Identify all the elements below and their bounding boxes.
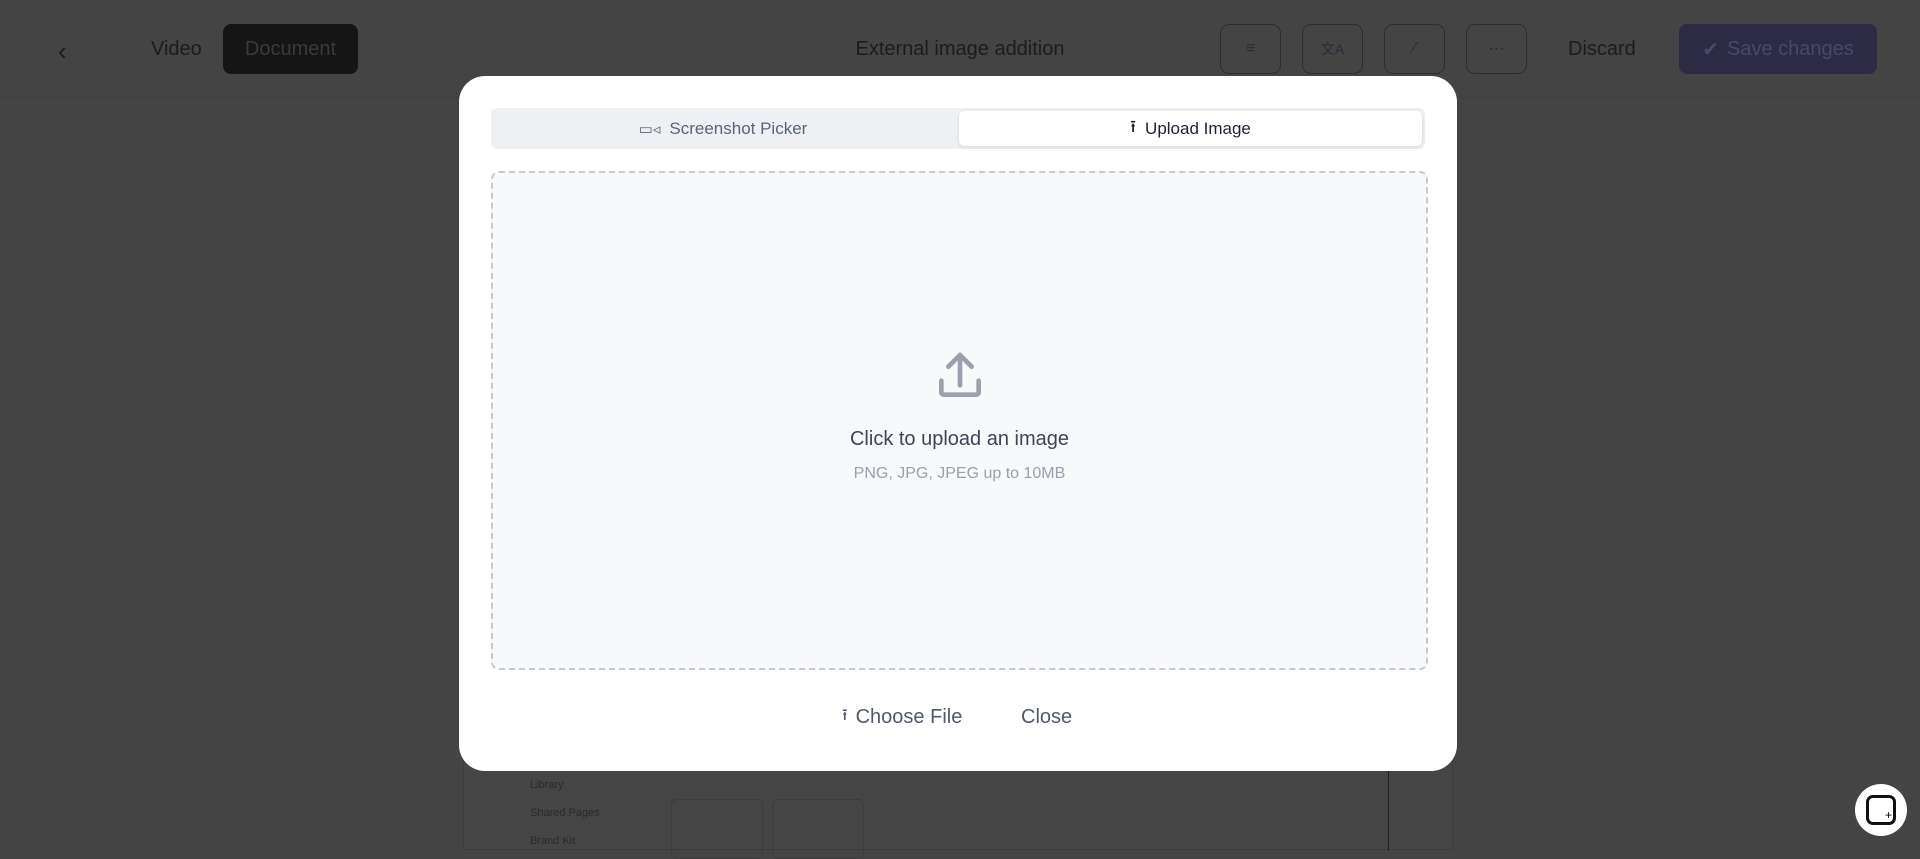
choose-file-label: Choose File — [855, 705, 963, 728]
back-chevron-icon[interactable]: ‹ — [58, 36, 67, 67]
magic-wand-button[interactable]: ∕ — [1384, 24, 1445, 74]
add-square-icon: + — [1866, 795, 1896, 825]
close-button[interactable]: Close — [1021, 702, 1072, 732]
bg-card — [772, 799, 864, 859]
tab-label: Upload Image — [1145, 118, 1251, 138]
bg-card — [671, 799, 763, 859]
upload-image-modal: ▭◃ Screenshot Picker ⭱ Upload Image Click … — [459, 76, 1457, 771]
choose-file-button[interactable]: ⭱ Choose File — [842, 702, 962, 732]
settings-sliders-button[interactable]: ≡ — [1220, 24, 1281, 74]
video-icon: ▭◃ — [638, 120, 661, 138]
bg-sidebar-library: Library — [530, 779, 564, 791]
dropzone-title: Click to upload an image — [849, 428, 1069, 450]
upload-icon: ⭱ — [1130, 117, 1137, 136]
bg-sidebar-shared-pages: Shared Pages — [530, 807, 600, 819]
page-title: External image addition — [855, 38, 1065, 60]
tab-video[interactable]: Video — [151, 38, 202, 61]
translate-icon: 文A — [1320, 41, 1345, 57]
upload-dropzone[interactable]: Click to upload an image PNG, JPG, JPEG … — [491, 171, 1428, 670]
tab-upload-image[interactable]: ⭱ Upload Image — [959, 111, 1422, 146]
bg-sidebar-brand-kit: Brand Kit — [530, 835, 576, 847]
dropzone-subtitle: PNG, JPG, JPEG up to 10MB — [853, 465, 1066, 482]
tab-screenshot-picker[interactable]: ▭◃ Screenshot Picker — [494, 111, 952, 146]
sliders-icon: ≡ — [1245, 40, 1256, 57]
more-button[interactable]: ⋯ — [1466, 24, 1527, 74]
more-icon: ⋯ — [1488, 41, 1505, 58]
check-icon: ✔ — [1702, 38, 1719, 61]
floating-add-button[interactable]: + — [1855, 784, 1907, 836]
upload-icon — [938, 352, 981, 397]
discard-button[interactable]: Discard — [1568, 38, 1636, 61]
translate-button[interactable]: 文A — [1302, 24, 1363, 74]
upload-icon: ⭱ — [842, 706, 848, 724]
save-label: Save changes — [1727, 37, 1854, 60]
tab-document[interactable]: Document — [223, 24, 358, 74]
tab-label: Screenshot Picker — [669, 118, 808, 138]
magic-wand-icon: ∕ — [1413, 40, 1416, 57]
modal-tabs: ▭◃ Screenshot Picker ⭱ Upload Image — [491, 108, 1425, 149]
document-preview: Library Shared Pages Brand Kit — [463, 760, 1453, 859]
save-changes-button[interactable]: ✔ Save changes — [1679, 24, 1877, 74]
divider — [1388, 761, 1389, 851]
